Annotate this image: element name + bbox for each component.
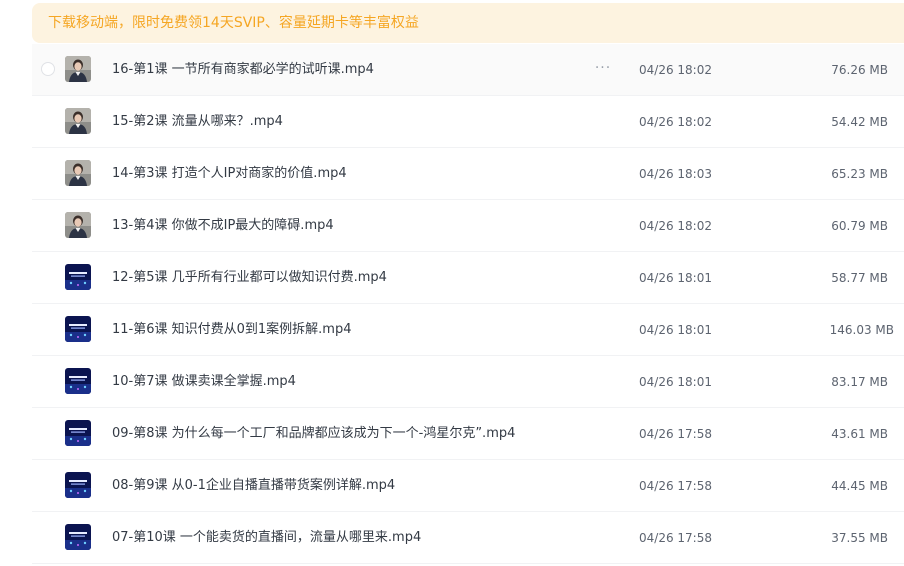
slide-icon (65, 420, 91, 446)
file-row[interactable]: 12-第5课 几乎所有行业都可以做知识付费.mp4 04/26 18:01 58… (32, 252, 904, 304)
portrait-icon (65, 160, 91, 186)
file-date: 04/26 17:58 (639, 531, 712, 545)
file-name[interactable]: 13-第4课 你做不成IP最大的障碍.mp4 (112, 200, 334, 252)
file-row[interactable]: 09-第8课 为什么每一个工厂和品牌都应该成为下一个-鸿星尔克”.mp4 04/… (32, 408, 904, 460)
file-name[interactable]: 15-第2课 流量从哪来？.mp4 (112, 96, 283, 148)
file-size: 54.42 MB (831, 115, 888, 129)
file-size: 76.26 MB (831, 63, 888, 77)
file-row[interactable]: 08-第9课 从0-1企业自播直播带货案例详解.mp4 04/26 17:58 … (32, 460, 904, 512)
file-size: 58.77 MB (831, 271, 888, 285)
file-size: 44.45 MB (831, 479, 888, 493)
slide-icon (65, 368, 91, 394)
file-size: 60.79 MB (831, 219, 888, 233)
file-size: 37.55 MB (831, 531, 888, 545)
file-name[interactable]: 08-第9课 从0-1企业自播直播带货案例详解.mp4 (112, 460, 395, 512)
slide-icon (65, 264, 91, 290)
slide-icon (65, 472, 91, 498)
file-date: 04/26 18:02 (639, 115, 712, 129)
file-name[interactable]: 16-第1课 一节所有商家都必学的试听课.mp4 (112, 44, 374, 96)
file-date: 04/26 17:58 (639, 479, 712, 493)
portrait-icon (65, 108, 91, 134)
file-name[interactable]: 10-第7课 做课卖课全掌握.mp4 (112, 356, 296, 408)
file-date: 04/26 18:01 (639, 271, 712, 285)
file-name[interactable]: 11-第6课 知识付费从0到1案例拆解.mp4 (112, 304, 352, 356)
promo-banner[interactable]: 下载移动端，限时免费领14天SVIP、容量延期卡等丰富权益 (32, 3, 904, 43)
slide-icon (65, 524, 91, 550)
file-name[interactable]: 09-第8课 为什么每一个工厂和品牌都应该成为下一个-鸿星尔克”.mp4 (112, 408, 515, 460)
file-list: 16-第1课 一节所有商家都必学的试听课.mp4 ··· 04/26 18:02… (32, 44, 904, 564)
row-checkbox[interactable] (41, 62, 55, 76)
file-date: 04/26 17:58 (639, 427, 712, 441)
file-row[interactable]: 10-第7课 做课卖课全掌握.mp4 04/26 18:01 83.17 MB (32, 356, 904, 408)
portrait-icon (65, 56, 91, 82)
file-size: 43.61 MB (831, 427, 888, 441)
file-name[interactable]: 12-第5课 几乎所有行业都可以做知识付费.mp4 (112, 252, 387, 304)
file-row[interactable]: 15-第2课 流量从哪来？.mp4 04/26 18:02 54.42 MB (32, 96, 904, 148)
file-size: 146.03 MB (829, 323, 894, 337)
file-list-page: 下载移动端，限时免费领14天SVIP、容量延期卡等丰富权益 16-第1课 一节所… (0, 0, 904, 566)
file-name[interactable]: 14-第3课 打造个人IP对商家的价值.mp4 (112, 148, 347, 200)
file-date: 04/26 18:01 (639, 323, 712, 337)
portrait-icon (65, 212, 91, 238)
more-options-icon[interactable]: ··· (592, 58, 614, 80)
file-row[interactable]: 14-第3课 打造个人IP对商家的价值.mp4 04/26 18:03 65.2… (32, 148, 904, 200)
file-row[interactable]: 13-第4课 你做不成IP最大的障碍.mp4 04/26 18:02 60.79… (32, 200, 904, 252)
file-row[interactable]: 11-第6课 知识付费从0到1案例拆解.mp4 04/26 18:01 146.… (32, 304, 904, 356)
file-name[interactable]: 07-第10课 一个能卖货的直播间，流量从哪里来.mp4 (112, 512, 421, 564)
slide-icon (65, 316, 91, 342)
file-date: 04/26 18:01 (639, 375, 712, 389)
file-size: 83.17 MB (831, 375, 888, 389)
file-date: 04/26 18:03 (639, 167, 712, 181)
file-size: 65.23 MB (831, 167, 888, 181)
file-date: 04/26 18:02 (639, 219, 712, 233)
file-row[interactable]: 07-第10课 一个能卖货的直播间，流量从哪里来.mp4 04/26 17:58… (32, 512, 904, 564)
file-date: 04/26 18:02 (639, 63, 712, 77)
file-row[interactable]: 16-第1课 一节所有商家都必学的试听课.mp4 ··· 04/26 18:02… (32, 44, 904, 96)
